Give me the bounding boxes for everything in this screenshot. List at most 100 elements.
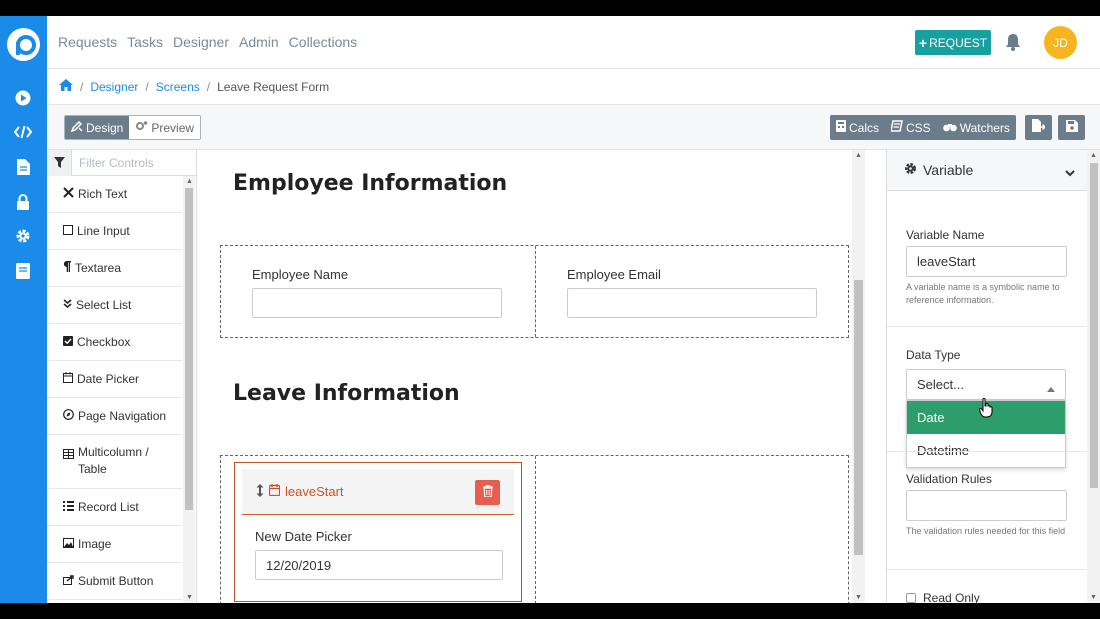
- variable-name-input[interactable]: leaveStart: [906, 246, 1067, 277]
- date-picker-label: New Date Picker: [255, 529, 352, 544]
- css-button[interactable]: CSS: [885, 115, 937, 140]
- selected-control-header: leaveStart: [242, 469, 514, 515]
- breadcrumb-separator: /: [80, 79, 84, 94]
- selected-date-picker-control[interactable]: leaveStart New Date Picker 12/20/2019: [234, 462, 522, 602]
- watchers-button[interactable]: Watchers: [937, 115, 1016, 140]
- user-avatar[interactable]: JD: [1044, 26, 1077, 59]
- new-request-button[interactable]: + REQUEST: [915, 30, 991, 55]
- scrollbar-thumb[interactable]: [854, 280, 863, 555]
- breadcrumb-screens[interactable]: Screens: [156, 80, 200, 94]
- validation-rules-input[interactable]: [906, 490, 1067, 521]
- leave-multicolumn[interactable]: leaveStart New Date Picker 12/20/2019: [220, 455, 849, 603]
- divider: [887, 569, 1087, 570]
- employee-name-input[interactable]: [252, 288, 502, 318]
- control-label: Record List: [78, 499, 139, 514]
- export-button[interactable]: [1025, 115, 1052, 140]
- control-page-navigation[interactable]: Page Navigation: [47, 398, 182, 435]
- caret-up-icon: [1047, 380, 1055, 395]
- preview-mode-button[interactable]: Preview: [129, 116, 201, 139]
- delete-control-button[interactable]: [475, 480, 500, 505]
- nav-admin[interactable]: Admin: [239, 34, 279, 50]
- save-button[interactable]: [1058, 115, 1085, 140]
- control-label: Select List: [76, 297, 132, 312]
- control-record-list[interactable]: Record List: [47, 489, 182, 526]
- controls-scrollbar[interactable]: ▲ ▼: [183, 176, 195, 603]
- cogs-icon: [135, 120, 148, 135]
- design-label: Design: [86, 120, 124, 135]
- design-mode-button[interactable]: Design: [65, 116, 130, 139]
- scroll-up-arrow-icon[interactable]: ▲: [186, 178, 193, 185]
- variable-section-header[interactable]: Variable: [887, 150, 1087, 191]
- scroll-down-arrow-icon[interactable]: ▼: [1090, 594, 1097, 601]
- inspector-scrollbar[interactable]: ▲ ▼: [1087, 150, 1100, 603]
- control-date-picker[interactable]: Date Picker: [47, 361, 182, 398]
- breadcrumb-separator: /: [145, 79, 149, 94]
- home-icon[interactable]: [59, 79, 73, 94]
- filter-controls-input[interactable]: Filter Controls: [72, 156, 154, 170]
- image-icon: [63, 536, 74, 553]
- control-checkbox[interactable]: Checkbox: [47, 324, 182, 361]
- employee-multicolumn[interactable]: Employee Name Employee Email: [220, 245, 849, 338]
- breadcrumb-designer[interactable]: Designer: [90, 80, 138, 94]
- compass-icon: [63, 408, 74, 425]
- control-image[interactable]: Image: [47, 526, 182, 563]
- code-icon[interactable]: [14, 123, 32, 141]
- filter-controls: Filter Controls: [47, 149, 197, 176]
- scroll-up-arrow-icon[interactable]: ▲: [1090, 152, 1097, 159]
- gear-icon[interactable]: [14, 227, 32, 245]
- control-label: Date Picker: [77, 371, 140, 386]
- square-icon: [63, 223, 73, 240]
- variable-section-title: Variable: [923, 162, 974, 178]
- scroll-down-arrow-icon[interactable]: ▼: [186, 594, 193, 601]
- column-left[interactable]: Employee Name: [221, 246, 535, 337]
- variable-name-label: Variable Name: [906, 228, 985, 242]
- share-icon: [63, 573, 74, 590]
- control-line-input[interactable]: Line Input: [47, 213, 182, 250]
- section-title-employee[interactable]: Employee Information: [233, 171, 507, 196]
- drag-handle-icon[interactable]: [256, 483, 264, 500]
- control-textarea[interactable]: Textarea: [47, 250, 182, 287]
- new-request-label: REQUEST: [929, 35, 988, 50]
- validation-rules-label: Validation Rules: [906, 472, 992, 486]
- chevron-down-icon[interactable]: [1065, 164, 1075, 180]
- bell-icon[interactable]: [1005, 33, 1021, 51]
- editor-toolbar: Design Preview Calcs CSS Watchers: [47, 105, 1100, 150]
- checkbox-icon: [63, 334, 73, 351]
- scrollbar-thumb[interactable]: [185, 188, 193, 510]
- calcs-button[interactable]: Calcs: [830, 115, 885, 140]
- scroll-down-arrow-icon[interactable]: ▼: [855, 594, 862, 601]
- column-right[interactable]: [535, 456, 848, 603]
- data-type-select[interactable]: Select...: [906, 369, 1066, 400]
- table-icon: [63, 444, 74, 464]
- top-navigation: Requests Tasks Designer Admin Collection…: [47, 16, 1100, 69]
- scrollbar-thumb[interactable]: [1090, 163, 1098, 488]
- scroll-up-arrow-icon[interactable]: ▲: [855, 152, 862, 159]
- control-submit-button[interactable]: Submit Button: [47, 563, 182, 600]
- date-picker-input[interactable]: 12/20/2019: [255, 550, 503, 580]
- column-right[interactable]: Employee Email: [535, 246, 848, 337]
- control-label: Checkbox: [77, 334, 131, 349]
- employee-name-label: Employee Name: [252, 267, 349, 282]
- breadcrumb-separator: /: [206, 79, 211, 94]
- nav-requests[interactable]: Requests: [58, 34, 117, 50]
- nav-tasks[interactable]: Tasks: [127, 34, 163, 50]
- divider: [887, 451, 1087, 452]
- calculator-icon: [836, 120, 846, 135]
- double-chevron-icon: [63, 297, 72, 314]
- canvas-scrollbar[interactable]: ▲ ▼: [852, 150, 865, 603]
- nav-designer[interactable]: Designer: [173, 34, 229, 50]
- nav-collections[interactable]: Collections: [289, 34, 357, 50]
- lock-icon[interactable]: [14, 193, 32, 211]
- section-title-leave[interactable]: Leave Information: [233, 381, 460, 406]
- control-select-list[interactable]: Select List: [47, 287, 182, 324]
- processmaker-logo[interactable]: [7, 28, 40, 61]
- play-circle-icon[interactable]: [14, 89, 32, 107]
- document-icon[interactable]: [14, 158, 32, 176]
- read-only-checkbox[interactable]: [906, 593, 916, 603]
- employee-email-input[interactable]: [567, 288, 817, 318]
- control-multicolumn-table[interactable]: Multicolumn / Table: [47, 435, 182, 489]
- column-left[interactable]: leaveStart New Date Picker 12/20/2019: [221, 456, 535, 603]
- control-rich-text[interactable]: Rich Text: [47, 176, 182, 213]
- css-label: CSS: [906, 120, 931, 135]
- book-icon[interactable]: [14, 262, 32, 280]
